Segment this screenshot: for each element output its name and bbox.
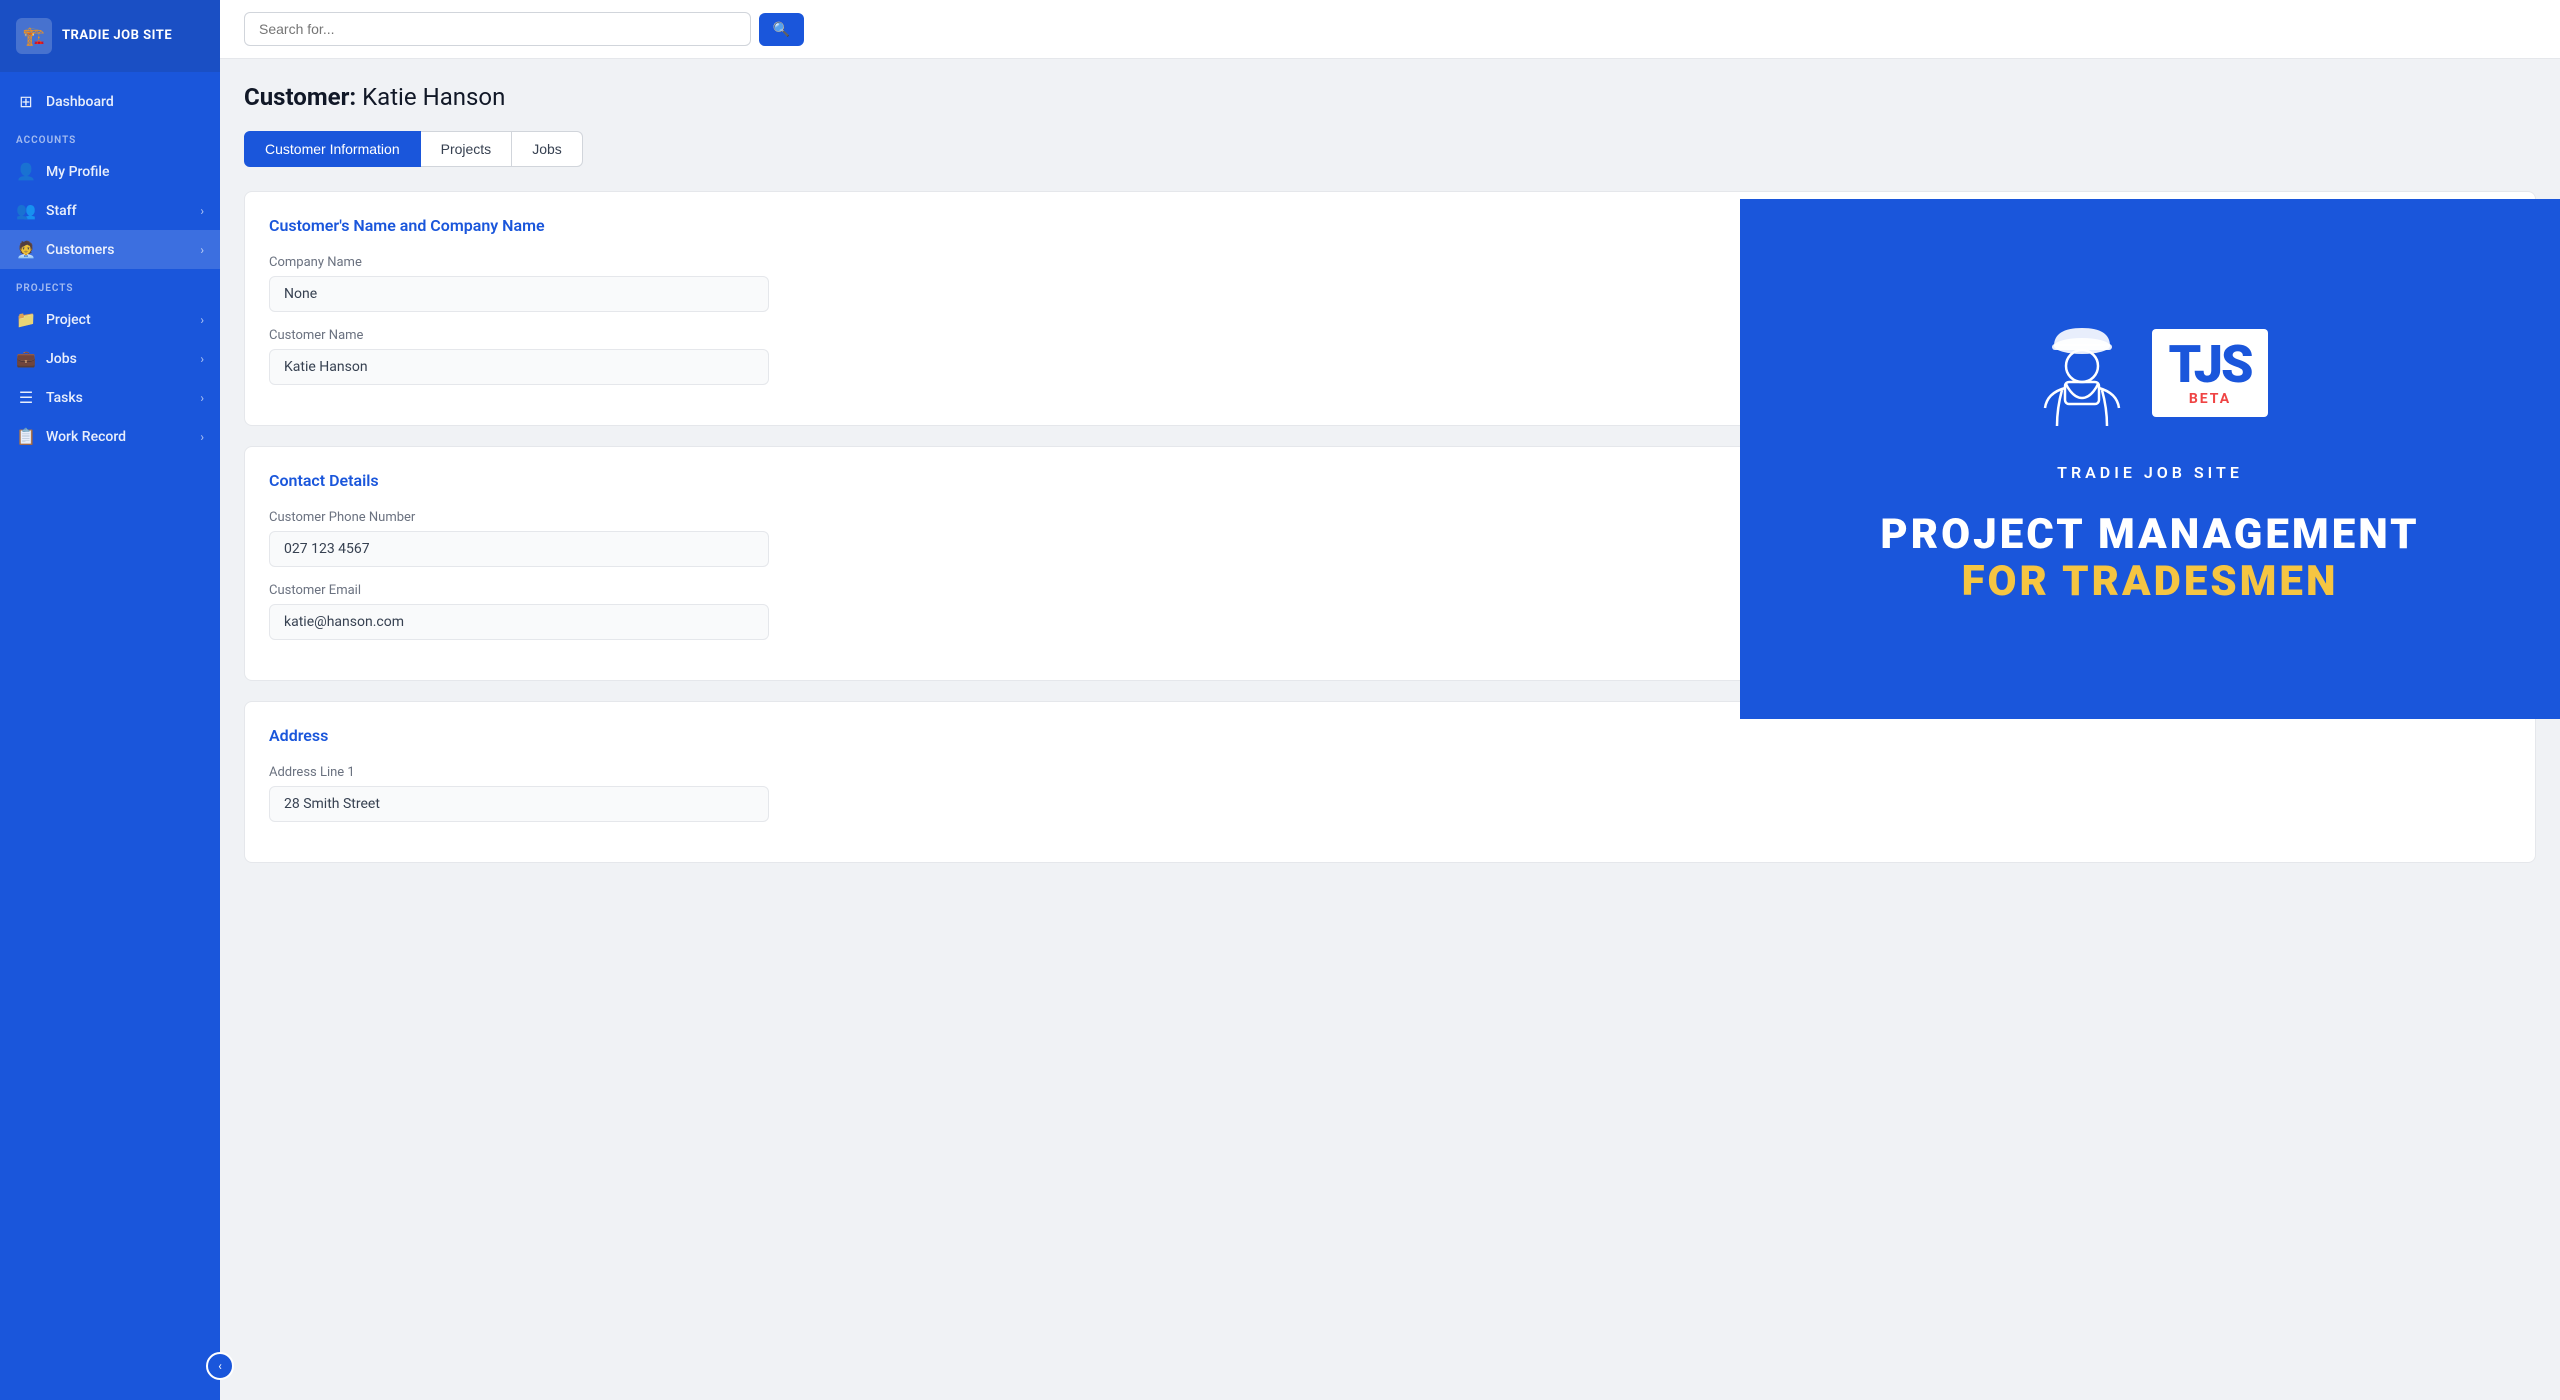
sidebar-item-dashboard[interactable]: ⊞ Dashboard <box>0 82 220 121</box>
logo-text: TRADIE JOB SITE <box>62 28 172 44</box>
chevron-right-icon: › <box>200 204 204 218</box>
sidebar-item-label: Staff <box>46 203 77 219</box>
search-wrapper: 🔍 <box>244 12 804 46</box>
profile-icon: 👤 <box>16 162 36 181</box>
sidebar-item-label: Dashboard <box>46 94 114 110</box>
sidebar-item-my-profile[interactable]: 👤 My Profile <box>0 152 220 191</box>
address-section-title: Address <box>269 726 2511 745</box>
tjs-text: TJS <box>2168 339 2251 391</box>
accounts-section-label: ACCOUNTS <box>0 121 220 152</box>
chevron-right-icon: › <box>200 430 204 444</box>
address-line1-group: Address Line 1 28 Smith Street <box>269 765 2511 822</box>
project-icon: 📁 <box>16 310 36 329</box>
content-area: Customer: Katie Hanson Customer Informat… <box>220 59 2560 1400</box>
chevron-right-icon: › <box>200 243 204 257</box>
sidebar-item-customers[interactable]: 🧑‍💼 Customers › <box>0 230 220 269</box>
sidebar-item-label: Customers <box>46 242 114 258</box>
promo-site-name: TRADIE JOB SITE <box>2057 463 2243 482</box>
search-button[interactable]: 🔍 <box>759 13 804 46</box>
tjs-logo-box: TJS BETA <box>2152 329 2267 417</box>
page-title: Customer: Katie Hanson <box>244 83 2536 111</box>
promo-logo-area: TJS BETA <box>2032 313 2267 433</box>
search-input[interactable] <box>244 12 751 46</box>
sidebar-item-jobs[interactable]: 💼 Jobs › <box>0 339 220 378</box>
promo-headline-line1: PROJECT MANAGEMENT <box>1880 512 2419 558</box>
chevron-right-icon: › <box>200 391 204 405</box>
work-record-icon: 📋 <box>16 427 36 446</box>
address-line1-value: 28 Smith Street <box>269 786 769 822</box>
company-name-value: None <box>269 276 769 312</box>
sidebar-item-project[interactable]: 📁 Project › <box>0 300 220 339</box>
projects-section-label: PROJECTS <box>0 269 220 300</box>
sidebar-item-label: Project <box>46 312 91 328</box>
customer-email-value: katie@hanson.com <box>269 604 769 640</box>
promo-headline-line2: FOR TRADESMEN <box>1880 559 2419 605</box>
sidebar-nav: ⊞ Dashboard ACCOUNTS 👤 My Profile 👥 Staf… <box>0 72 220 1400</box>
sidebar-collapse-button[interactable]: ‹ <box>206 1352 234 1380</box>
sidebar-item-tasks[interactable]: ☰ Tasks › <box>0 378 220 417</box>
tasks-icon: ☰ <box>16 388 36 407</box>
staff-icon: 👥 <box>16 201 36 220</box>
sidebar-logo: 🏗️ TRADIE JOB SITE <box>0 0 220 72</box>
sidebar-item-label: Tasks <box>46 390 83 406</box>
promo-headline: PROJECT MANAGEMENT FOR TRADESMEN <box>1880 512 2419 604</box>
worker-icon <box>2032 313 2132 433</box>
tab-projects[interactable]: Projects <box>421 131 513 167</box>
customers-icon: 🧑‍💼 <box>16 240 36 259</box>
sidebar-item-staff[interactable]: 👥 Staff › <box>0 191 220 230</box>
sidebar-item-work-record[interactable]: 📋 Work Record › <box>0 417 220 456</box>
address-section: Address Address Line 1 28 Smith Street <box>244 701 2536 863</box>
chevron-right-icon: › <box>200 313 204 327</box>
promo-banner: TJS BETA TRADIE JOB SITE PROJECT MANAGEM… <box>1740 199 2560 719</box>
sidebar-item-label: My Profile <box>46 164 109 180</box>
address-line1-label: Address Line 1 <box>269 765 2511 780</box>
tab-customer-information[interactable]: Customer Information <box>244 131 421 167</box>
chevron-right-icon: › <box>200 352 204 366</box>
tabs-bar: Customer Information Projects Jobs <box>244 131 2536 167</box>
sidebar: 🏗️ TRADIE JOB SITE ⊞ Dashboard ACCOUNTS … <box>0 0 220 1400</box>
main-content: 🔍 Customer: Katie Hanson Customer Inform… <box>220 0 2560 1400</box>
page-title-static: Customer: Katie Hanson <box>244 83 505 111</box>
customer-name-value: Katie Hanson <box>269 349 769 385</box>
topbar: 🔍 <box>220 0 2560 59</box>
logo-icon: 🏗️ <box>16 18 52 54</box>
jobs-icon: 💼 <box>16 349 36 368</box>
sidebar-item-label: Work Record <box>46 429 126 445</box>
dashboard-icon: ⊞ <box>16 92 36 111</box>
sidebar-item-label: Jobs <box>46 351 77 367</box>
tab-jobs[interactable]: Jobs <box>512 131 583 167</box>
phone-number-value: 027 123 4567 <box>269 531 769 567</box>
